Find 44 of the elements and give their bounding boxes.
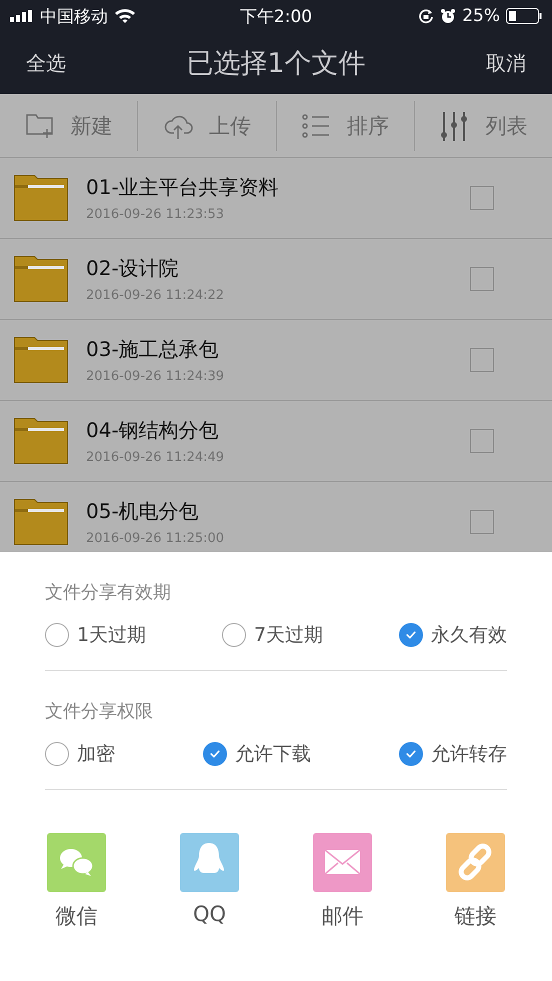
alarm-clock-icon	[440, 8, 456, 24]
file-date: 2016-09-26 11:23:53	[86, 207, 226, 222]
file-name: 01-业主平台共享资料	[86, 174, 280, 201]
battery-icon	[506, 8, 542, 24]
folder-icon	[14, 256, 68, 302]
checkbox[interactable]	[470, 186, 494, 210]
radio-option[interactable]: 7天过期	[222, 622, 324, 648]
share-button[interactable]: 微信	[10, 833, 143, 930]
file-name: 04-钢结构分包	[86, 417, 220, 444]
file-date: 2016-09-26 11:24:39	[86, 369, 226, 384]
share-button[interactable]: QQ	[143, 833, 276, 930]
file-name: 03-施工总承包	[86, 336, 220, 363]
file-date: 2016-09-26 11:24:49	[86, 450, 226, 465]
folder-icon	[14, 337, 68, 383]
checkbox[interactable]	[470, 510, 494, 534]
radio-option[interactable]: 1天过期	[45, 622, 146, 648]
folder-icon	[14, 418, 68, 464]
rotation-lock-icon	[418, 8, 434, 24]
clock-time: 下午2:00	[240, 6, 312, 28]
cancel-button[interactable]: 取消	[486, 46, 526, 80]
carrier-name: 中国移动	[40, 6, 108, 28]
sliders-icon	[439, 110, 470, 140]
page-title: 已选择1个文件	[186, 47, 366, 81]
file-name: 05-机电分包	[86, 498, 200, 525]
folder-icon	[14, 175, 68, 221]
wifi-icon	[114, 8, 136, 24]
select-all-button[interactable]: 全选	[26, 46, 66, 80]
checkbox[interactable]	[470, 429, 494, 453]
file-date: 2016-09-26 11:24:22	[86, 288, 226, 303]
checkbox-option[interactable]: 加密	[45, 741, 115, 767]
radio-option[interactable]: 永久有效	[399, 622, 507, 648]
section-title: 文件分享权限	[45, 700, 154, 723]
share-button[interactable]: 邮件	[276, 833, 409, 930]
file-name: 02-设计院	[86, 255, 180, 282]
folder-icon	[14, 499, 68, 545]
section-title: 文件分享有效期	[45, 581, 172, 604]
battery-percent: 25%	[462, 6, 500, 26]
checkbox-option[interactable]: 允许下载	[203, 741, 311, 767]
checkbox-option[interactable]: 允许转存	[399, 741, 507, 767]
checkbox[interactable]	[470, 348, 494, 372]
file-date: 2016-09-26 11:25:00	[86, 531, 226, 546]
signal-icon	[10, 10, 34, 22]
share-button[interactable]: 链接	[409, 833, 542, 930]
checkbox[interactable]	[470, 267, 494, 291]
